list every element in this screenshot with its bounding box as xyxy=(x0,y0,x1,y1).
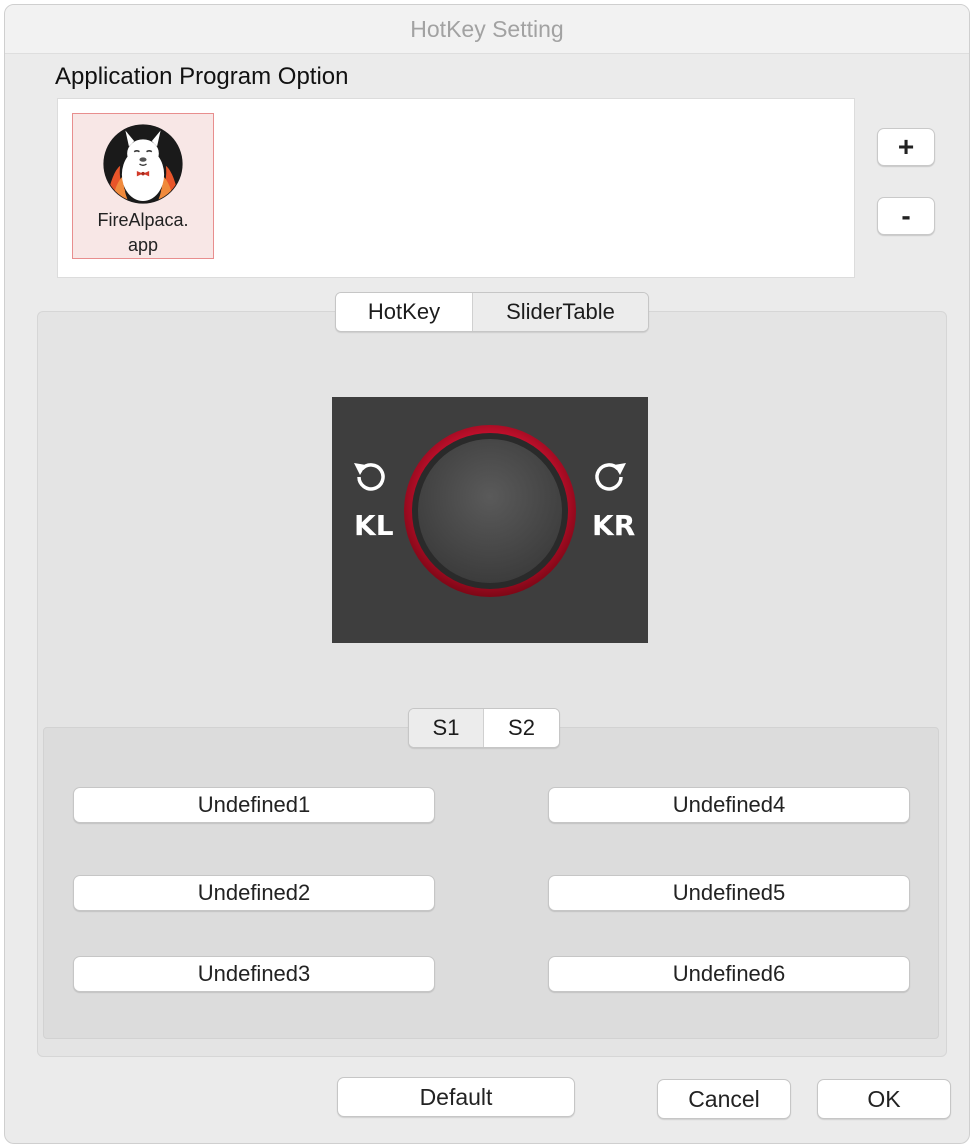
sub-tabs: S1 S2 xyxy=(408,708,560,748)
window-title: HotKey Setting xyxy=(5,5,969,54)
app-name-line1: FireAlpaca. xyxy=(97,210,189,230)
tab-slidertable[interactable]: SliderTable xyxy=(472,293,648,331)
undefined1-button[interactable]: Undefined1 xyxy=(73,787,435,823)
app-option-label: Application Program Option xyxy=(55,63,349,90)
undefined5-button[interactable]: Undefined5 xyxy=(548,875,910,911)
main-tabs: HotKey SliderTable xyxy=(335,292,649,332)
app-list[interactable]: FireAlpaca. app xyxy=(57,98,855,278)
cancel-button[interactable]: Cancel xyxy=(657,1079,791,1119)
knob-right-label: KR xyxy=(592,509,636,542)
firealpaca-app-icon xyxy=(103,124,183,204)
app-name-line2: app xyxy=(127,235,159,255)
undefined3-button[interactable]: Undefined3 xyxy=(73,956,435,992)
tab-hotkey[interactable]: HotKey xyxy=(336,293,472,331)
tab-s1[interactable]: S1 xyxy=(409,709,483,747)
knob-panel: KL KR xyxy=(332,397,648,643)
undefined6-button[interactable]: Undefined6 xyxy=(548,956,910,992)
remove-app-button[interactable]: - xyxy=(877,197,935,235)
hotkey-setting-window: HotKey Setting Application Program Optio… xyxy=(4,4,970,1144)
app-item-firealpaca[interactable]: FireAlpaca. app xyxy=(72,113,214,259)
undefined4-button[interactable]: Undefined4 xyxy=(548,787,910,823)
add-app-button[interactable]: + xyxy=(877,128,935,166)
default-button[interactable]: Default xyxy=(337,1077,575,1117)
knob-left-label: KL xyxy=(354,509,394,542)
app-name: FireAlpaca. app xyxy=(78,208,208,258)
ok-button[interactable]: OK xyxy=(817,1079,951,1119)
undefined2-button[interactable]: Undefined2 xyxy=(73,875,435,911)
knob-cap[interactable] xyxy=(418,439,562,583)
tab-s2[interactable]: S2 xyxy=(483,709,559,747)
